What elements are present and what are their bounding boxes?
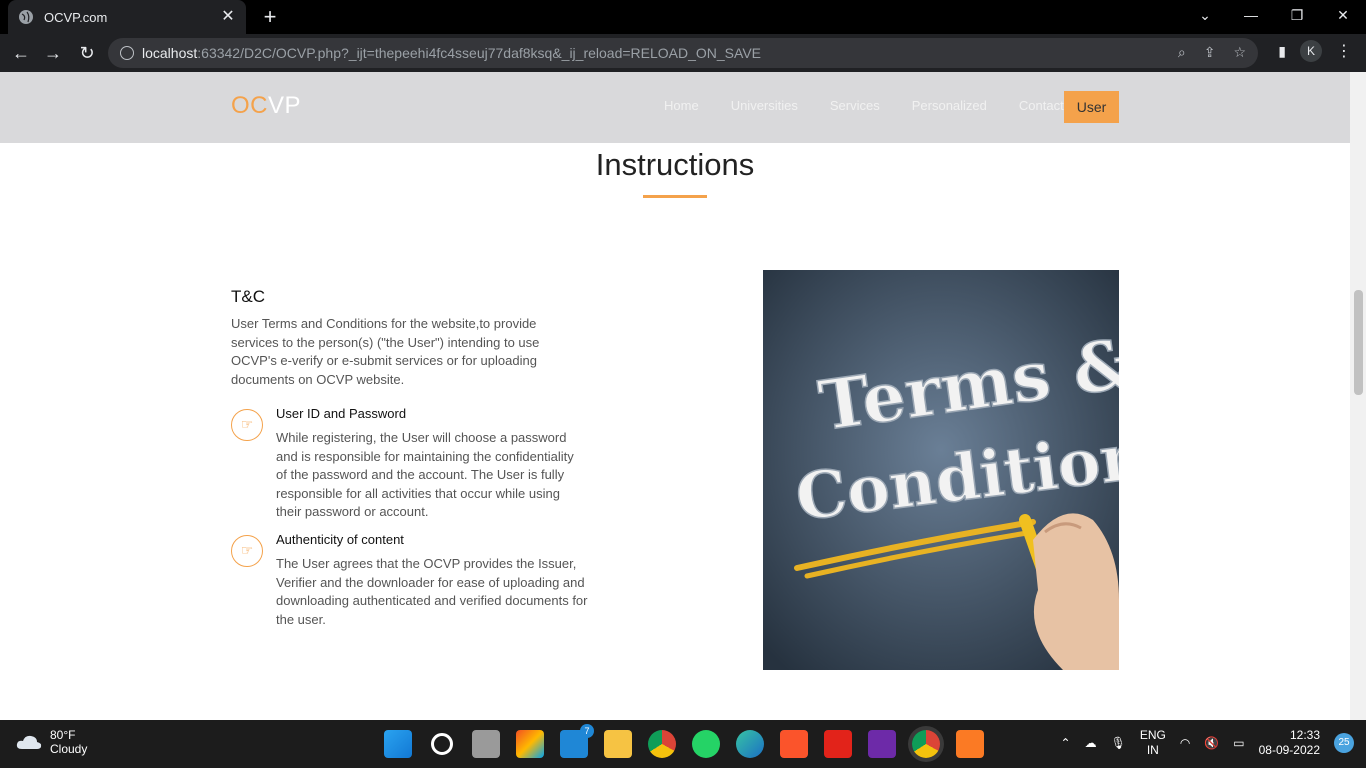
profile-avatar[interactable]: K [1300,40,1322,62]
mail-icon[interactable]: 7 [560,724,594,758]
address-bar[interactable]: localhost :63342/D2C/OCVP.php?_ijt=thepe… [108,38,1258,68]
task-view-icon[interactable] [472,730,500,758]
section-title: Instructions [595,147,755,182]
user-button[interactable]: User [1064,91,1119,123]
side-panel-icon[interactable]: ▮ [1278,43,1286,60]
store-icon[interactable] [516,730,544,758]
nav-contact[interactable]: Contact [1019,98,1064,113]
tab-close-icon[interactable]: ✕ [220,9,236,25]
tc-heading: T&C [231,287,265,306]
share-icon[interactable]: ⇪ [1204,44,1216,61]
browser-tab-strip: OCVP.com ✕ + ⌄ — ❐ ✕ [0,0,1366,34]
weather-condition: Cloudy [50,742,88,756]
browser-toolbar: ← → ↻ localhost :63342/D2C/OCVP.php?_ijt… [0,34,1366,72]
tab-search-icon[interactable]: ⌄ [1182,0,1228,30]
terms-conditions-illustration: Terms & Conditions [763,270,1119,670]
battery-icon[interactable]: ▭ [1233,736,1244,750]
bookmark-star-icon[interactable]: ☆ [1233,44,1246,61]
item-title-authenticity: Authenticity of content [276,532,404,547]
pointing-hand-icon: ☞ [231,409,263,441]
volume-muted-icon[interactable]: 🔇 [1204,736,1219,750]
nav-services[interactable]: Services [830,98,880,113]
menu-kebab-icon[interactable]: ⋮ [1336,41,1352,61]
search-icon[interactable] [431,733,453,755]
new-tab-icon[interactable]: + [258,5,282,29]
language-indicator[interactable]: ENG IN [1140,728,1166,758]
system-tray: ⌃ ☁ 🎙 ENG IN ◠ 🔇 ▭ 12:33 08-09-2022 25 [1061,728,1354,758]
taskbar-apps: 7 [384,724,984,758]
tc-intro-text: User Terms and Conditions for the websit… [231,316,540,387]
item-text-user-id: While registering, the User will choose … [276,430,574,519]
weather-widget[interactable]: 80°F Cloudy [16,728,87,756]
globe-icon [19,10,33,24]
browser-tab[interactable]: OCVP.com ✕ [8,0,246,34]
notification-badge[interactable]: 25 [1334,733,1354,753]
nav-home[interactable]: Home [664,98,699,113]
onedrive-icon[interactable]: ☁ [1085,736,1097,750]
site-info-icon[interactable] [120,46,134,60]
microphone-icon[interactable]: 🎙 [1111,736,1126,750]
chrome-active-icon[interactable] [912,730,940,758]
tab-title: OCVP.com [44,9,108,25]
window-close-icon[interactable]: ✕ [1320,0,1366,30]
page-scrollbar[interactable] [1350,72,1366,720]
url-path: :63342/D2C/OCVP.php?_ijt=thepeehi4fc4sse… [197,45,761,61]
mail-badge: 7 [580,724,594,738]
nav-personalized[interactable]: Personalized [912,98,987,113]
item-title-user-id: User ID and Password [276,406,407,421]
back-icon[interactable]: ← [8,40,34,66]
url-host: localhost [142,45,198,61]
cloud-icon [16,735,42,749]
language-code: ENG [1139,728,1166,742]
restore-icon[interactable]: ❐ [1274,0,1320,30]
phpstorm-icon[interactable] [868,730,896,758]
main-nav: Home Universities Services Personalized … [664,98,1096,113]
wps-icon[interactable] [824,730,852,758]
item-text-authenticity: The User agrees that the OCVP provides t… [276,556,588,627]
zoom-icon[interactable]: ⌕ [1178,44,1186,61]
windows-start-icon[interactable] [384,730,412,758]
logo-vp: VP [268,92,302,119]
edge-icon[interactable] [736,730,764,758]
instructions-section: Instructions T&C User Terms and Conditio… [0,143,1350,720]
site-logo[interactable]: OCVP [231,92,301,120]
scrollbar-thumb[interactable] [1354,290,1363,395]
toolbar-right: ▮ K ⋮ [1278,40,1352,62]
clock-time: 12:33 [1289,728,1320,742]
pointing-hand-icon: ☞ [231,535,263,567]
whatsapp-icon[interactable] [692,730,720,758]
file-explorer-icon[interactable] [604,730,632,758]
wifi-icon[interactable]: ◠ [1180,736,1190,750]
clock[interactable]: 12:33 08-09-2022 [1259,728,1320,758]
terms-conditions-image: Terms & Conditions [763,270,1119,670]
site-header: OCVP Home Universities Services Personal… [0,72,1350,143]
brave-icon[interactable] [780,730,808,758]
reload-icon[interactable]: ↻ [74,40,100,66]
tray-chevron-icon[interactable]: ⌃ [1061,736,1071,750]
window-controls: ⌄ — ❐ ✕ [1182,0,1366,34]
weather-temperature: 80°F [50,728,76,742]
title-underline [643,195,707,198]
address-bar-actions: ⌕ ⇪ ☆ [1178,44,1246,61]
chrome-icon[interactable] [648,730,676,758]
forward-icon[interactable]: → [40,40,66,66]
os-taskbar: 80°F Cloudy 7 ⌃ ☁ 🎙 ENG IN ◠ 🔇 ▭ 12:33 0… [0,720,1366,768]
nav-universities[interactable]: Universities [731,98,798,113]
clock-date: 08-09-2022 [1258,743,1320,757]
language-region: IN [1146,743,1159,757]
minimize-icon[interactable]: — [1228,0,1274,30]
xampp-icon[interactable] [956,730,984,758]
logo-oc: OC [231,92,268,119]
